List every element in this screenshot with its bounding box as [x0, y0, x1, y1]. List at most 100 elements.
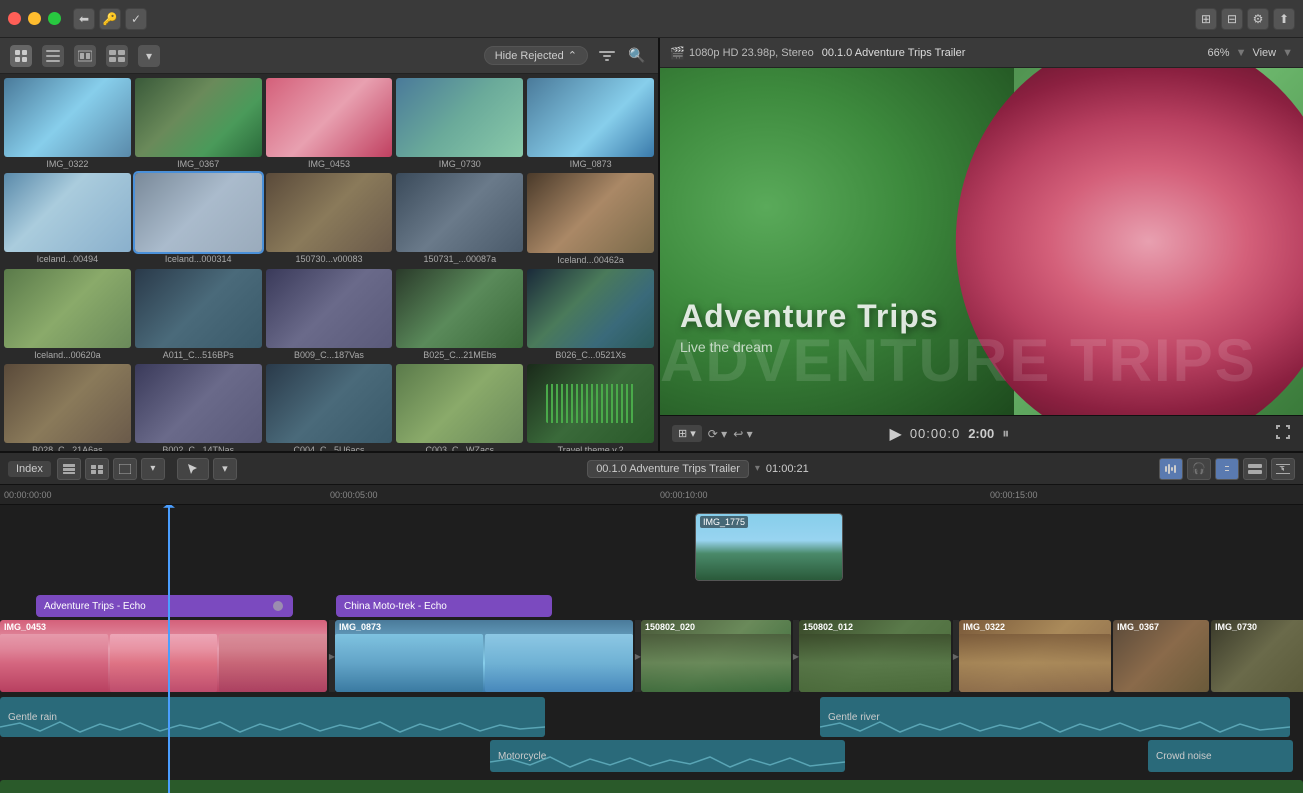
- thumbnail-label: Travel theme v.2: [527, 445, 654, 451]
- settings-icon[interactable]: ⚙: [1247, 8, 1269, 30]
- maximize-button[interactable]: [48, 12, 61, 25]
- timeline-view-btn2[interactable]: [85, 458, 109, 480]
- thumbnail-item[interactable]: Iceland...00620a: [4, 269, 131, 360]
- thumbnail-image: [135, 78, 262, 157]
- key-icon[interactable]: 🔑: [99, 8, 121, 30]
- waveform-btn[interactable]: [1159, 458, 1183, 480]
- thumbnail-label: IMG_0367: [135, 159, 262, 169]
- browser-view-toggle2[interactable]: ▾: [138, 45, 160, 67]
- pause-icon[interactable]: ⏸: [1002, 425, 1009, 442]
- timeline-clip-dropdown[interactable]: 00.1.0 Adventure Trips Trailer: [587, 460, 749, 478]
- audio-track-china[interactable]: China Moto-trek - Echo: [336, 595, 552, 617]
- thumbnail-item[interactable]: Iceland...00462a: [527, 173, 654, 264]
- audio-btn[interactable]: 🎧: [1187, 458, 1211, 480]
- timeline-tab-index[interactable]: Index: [8, 461, 51, 477]
- view-button[interactable]: View: [1252, 47, 1276, 59]
- audio-track-motorcycle[interactable]: Motorcycle: [490, 740, 845, 772]
- playhead-head: [163, 505, 175, 515]
- thumbnail-item[interactable]: IMG_0453: [266, 78, 393, 169]
- thumbnail-item[interactable]: B009_C...187Vas: [266, 269, 393, 360]
- thumbnail-image: [527, 173, 654, 252]
- timeline-view-btn3[interactable]: [113, 458, 137, 480]
- waveform-svg: [820, 719, 1290, 735]
- thumbnail-item[interactable]: B026_C...0521Xs: [527, 269, 654, 360]
- thumbnail-item[interactable]: B028_C...21A6as: [4, 364, 131, 451]
- thumbnail-item[interactable]: Iceland...00494: [4, 173, 131, 264]
- browser-tab-media[interactable]: [10, 45, 32, 67]
- thumbnail-label: IMG_0873: [527, 159, 654, 169]
- layout-icon[interactable]: ⊟: [1221, 8, 1243, 30]
- grid-icon[interactable]: ⊞: [1195, 8, 1217, 30]
- thumbnail-label: IMG_0453: [266, 159, 393, 169]
- back-icon[interactable]: ⬅: [73, 8, 95, 30]
- browser-view-toggle[interactable]: [106, 45, 128, 67]
- thumbnail-item[interactable]: B002_C...14TNas: [135, 364, 262, 451]
- thumbnail-label: Iceland...00494: [4, 254, 131, 264]
- timeline-view-btn4[interactable]: ▾: [141, 458, 165, 480]
- duration-display: 2:00: [968, 426, 994, 441]
- video-clip-img0367[interactable]: IMG_0367: [1113, 620, 1209, 692]
- video-clip-img0453[interactable]: IMG_0453: [0, 620, 327, 692]
- audio-track-gentle-river[interactable]: Gentle river: [820, 697, 1290, 737]
- view-mode-button[interactable]: ⊞ ▾: [672, 425, 702, 442]
- connected-clip[interactable]: IMG_1775: [695, 513, 843, 581]
- clip-label: IMG_0873: [339, 622, 381, 632]
- thumbnail-label: IMG_0730: [396, 159, 523, 169]
- timeline-view-btn1[interactable]: [57, 458, 81, 480]
- video-clip-img0730[interactable]: IMG_0730: [1211, 620, 1303, 692]
- play-button[interactable]: ▶: [890, 424, 902, 444]
- browser-tab-list[interactable]: [42, 45, 64, 67]
- thumbnail-item[interactable]: IMG_0367: [135, 78, 262, 169]
- rotate-icon[interactable]: ↩ ▾: [733, 427, 752, 441]
- thumbnail-item[interactable]: 150730...v00083: [266, 173, 393, 264]
- clip-height-btn[interactable]: [1243, 458, 1267, 480]
- audio-track-adventure[interactable]: Adventure Trips - Echo: [36, 595, 293, 617]
- link-btn[interactable]: [1215, 458, 1239, 480]
- checkmark-icon[interactable]: ✓: [125, 8, 147, 30]
- fullscreen-button[interactable]: [1275, 424, 1291, 443]
- export-icon[interactable]: ⬆: [1273, 8, 1295, 30]
- video-clip-150802012[interactable]: 150802_012: [799, 620, 951, 692]
- thumbnail-image: [527, 269, 654, 348]
- close-button[interactable]: [8, 12, 21, 25]
- preview-topbar: 🎬 1080p HD 23.98p, Stereo 00.1.0 Adventu…: [660, 38, 1303, 68]
- thumbnail-image: [266, 269, 393, 348]
- thumbnail-item[interactable]: C003_C...WZacs: [396, 364, 523, 451]
- thumbnail-item[interactable]: IMG_0730: [396, 78, 523, 169]
- search-icon[interactable]: 🔍: [626, 45, 648, 67]
- thumbnail-label: C003_C...WZacs: [396, 445, 523, 451]
- thumbnail-item-audio[interactable]: Travel theme v.2: [527, 364, 654, 451]
- clip-name: 00.1.0 Adventure Trips Trailer: [822, 47, 966, 59]
- thumbnail-item[interactable]: C004_C...5U6acs: [266, 364, 393, 451]
- thumbnail-item[interactable]: IMG_0873: [527, 78, 654, 169]
- audio-track-crowd[interactable]: Crowd noise: [1148, 740, 1293, 772]
- video-clip-img0873[interactable]: IMG_0873: [335, 620, 633, 692]
- thumbnail-item-selected[interactable]: Iceland...000314: [135, 173, 262, 264]
- thumbnail-item[interactable]: 150731_...00087a: [396, 173, 523, 264]
- thumbnail-item[interactable]: B025_C...21MEbs: [396, 269, 523, 360]
- resolution-info: 1080p HD 23.98p, Stereo: [689, 47, 814, 59]
- minimize-button[interactable]: [28, 12, 41, 25]
- browser-toolbar: ▾ Hide Rejected ⌃ 🔍: [0, 38, 658, 74]
- video-clips-row: IMG_0453 ▶ IMG_0873: [0, 620, 1303, 692]
- thumbnail-image: [396, 364, 523, 443]
- main-layout: ▾ Hide Rejected ⌃ 🔍 IMG_0322: [0, 38, 1303, 793]
- timeline-tool-btns: ▾: [177, 458, 237, 480]
- select-tool-toggle[interactable]: ▾: [213, 458, 237, 480]
- audio-track-travel-theme[interactable]: Travel theme v.2: [0, 780, 1303, 793]
- video-clip-150802020[interactable]: 150802_020: [641, 620, 791, 692]
- select-tool-button[interactable]: [177, 458, 209, 480]
- video-clip-img0322[interactable]: IMG_0322: [959, 620, 1111, 692]
- timeline-expand-btn[interactable]: [1271, 458, 1295, 480]
- audio-track-gentle-rain[interactable]: Gentle rain: [0, 697, 545, 737]
- zoom-fit-icon[interactable]: ⟳ ▾: [708, 427, 727, 441]
- browser-tab-filmstrip[interactable]: [74, 45, 96, 67]
- clip-appearance-icon[interactable]: [596, 45, 618, 67]
- preview-video: ADVENTURE TRIPS Adventure Trips Live the…: [660, 68, 1303, 415]
- thumbnail-grid: IMG_0322 IMG_0367 IMG_0453 IMG_0730 IMG_…: [0, 74, 658, 451]
- timeline-toolbar: Index ▾ ▾ 00.1.0 Adventur: [0, 453, 1303, 485]
- thumbnail-item[interactable]: IMG_0322: [4, 78, 131, 169]
- thumbnail-item[interactable]: A011_C...516BPs: [135, 269, 262, 360]
- clip-label: IMG_0367: [1117, 622, 1159, 632]
- hide-rejected-button[interactable]: Hide Rejected ⌃: [484, 46, 588, 65]
